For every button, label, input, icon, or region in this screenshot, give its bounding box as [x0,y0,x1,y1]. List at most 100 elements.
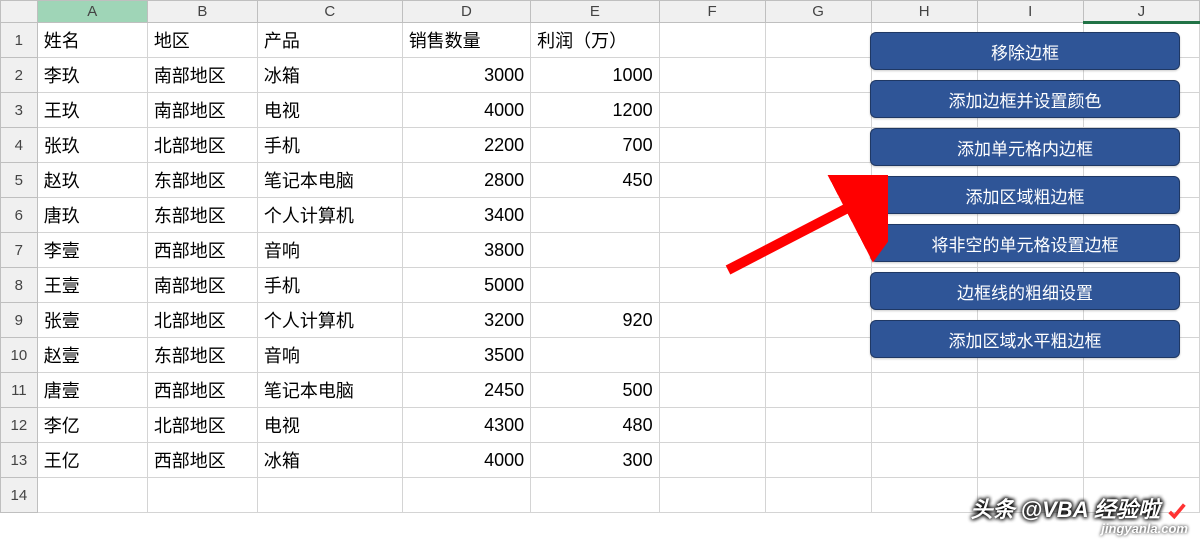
cell-G3[interactable] [765,93,871,128]
cell-H13[interactable] [871,443,977,478]
row-header-1[interactable]: 1 [1,23,38,58]
macro-button-7[interactable]: 添加区域水平粗边框 [870,320,1180,358]
cell-A4[interactable]: 张玖 [37,128,147,163]
cell-G14[interactable] [765,478,871,513]
column-header-G[interactable]: G [765,1,871,23]
cell-B5[interactable]: 东部地区 [147,163,257,198]
cell-B11[interactable]: 西部地区 [147,373,257,408]
cell-F7[interactable] [659,233,765,268]
cell-C10[interactable]: 音响 [257,338,402,373]
column-header-B[interactable]: B [147,1,257,23]
cell-C4[interactable]: 手机 [257,128,402,163]
select-all-corner[interactable] [1,1,38,23]
cell-E3[interactable]: 1200 [531,93,659,128]
cell-H12[interactable] [871,408,977,443]
cell-A11[interactable]: 唐壹 [37,373,147,408]
cell-F13[interactable] [659,443,765,478]
cell-D10[interactable]: 3500 [402,338,530,373]
column-header-C[interactable]: C [257,1,402,23]
cell-A8[interactable]: 王壹 [37,268,147,303]
cell-F9[interactable] [659,303,765,338]
cell-A3[interactable]: 王玖 [37,93,147,128]
row-header-12[interactable]: 12 [1,408,38,443]
cell-I13[interactable] [977,443,1083,478]
cell-C6[interactable]: 个人计算机 [257,198,402,233]
row-header-7[interactable]: 7 [1,233,38,268]
cell-A7[interactable]: 李壹 [37,233,147,268]
cell-B1[interactable]: 地区 [147,23,257,58]
cell-G12[interactable] [765,408,871,443]
cell-F11[interactable] [659,373,765,408]
cell-G7[interactable] [765,233,871,268]
cell-B4[interactable]: 北部地区 [147,128,257,163]
cell-C8[interactable]: 手机 [257,268,402,303]
cell-G9[interactable] [765,303,871,338]
cell-B13[interactable]: 西部地区 [147,443,257,478]
macro-button-5[interactable]: 将非空的单元格设置边框 [870,224,1180,262]
cell-J11[interactable] [1083,373,1199,408]
column-header-D[interactable]: D [402,1,530,23]
cell-G1[interactable] [765,23,871,58]
cell-C7[interactable]: 音响 [257,233,402,268]
row-header-8[interactable]: 8 [1,268,38,303]
cell-B12[interactable]: 北部地区 [147,408,257,443]
cell-E11[interactable]: 500 [531,373,659,408]
cell-D11[interactable]: 2450 [402,373,530,408]
cell-D14[interactable] [402,478,530,513]
column-header-F[interactable]: F [659,1,765,23]
cell-B9[interactable]: 北部地区 [147,303,257,338]
cell-A14[interactable] [37,478,147,513]
column-header-A[interactable]: A [37,1,147,23]
cell-F8[interactable] [659,268,765,303]
cell-E10[interactable] [531,338,659,373]
cell-F2[interactable] [659,58,765,93]
cell-E7[interactable] [531,233,659,268]
cell-E2[interactable]: 1000 [531,58,659,93]
cell-C13[interactable]: 冰箱 [257,443,402,478]
cell-A1[interactable]: 姓名 [37,23,147,58]
row-header-13[interactable]: 13 [1,443,38,478]
cell-G5[interactable] [765,163,871,198]
cell-C1[interactable]: 产品 [257,23,402,58]
cell-B14[interactable] [147,478,257,513]
cell-B7[interactable]: 西部地区 [147,233,257,268]
cell-E6[interactable] [531,198,659,233]
cell-C3[interactable]: 电视 [257,93,402,128]
column-header-J[interactable]: J [1083,1,1199,23]
cell-J13[interactable] [1083,443,1199,478]
cell-C5[interactable]: 笔记本电脑 [257,163,402,198]
cell-E1[interactable]: 利润（万） [531,23,659,58]
row-header-4[interactable]: 4 [1,128,38,163]
cell-H11[interactable] [871,373,977,408]
cell-F1[interactable] [659,23,765,58]
cell-B6[interactable]: 东部地区 [147,198,257,233]
macro-button-4[interactable]: 添加区域粗边框 [870,176,1180,214]
cell-D8[interactable]: 5000 [402,268,530,303]
cell-G13[interactable] [765,443,871,478]
cell-E12[interactable]: 480 [531,408,659,443]
cell-B8[interactable]: 南部地区 [147,268,257,303]
cell-I12[interactable] [977,408,1083,443]
cell-A13[interactable]: 王亿 [37,443,147,478]
cell-G8[interactable] [765,268,871,303]
cell-E8[interactable] [531,268,659,303]
cell-C9[interactable]: 个人计算机 [257,303,402,338]
cell-E5[interactable]: 450 [531,163,659,198]
cell-B2[interactable]: 南部地区 [147,58,257,93]
cell-A5[interactable]: 赵玖 [37,163,147,198]
column-header-I[interactable]: I [977,1,1083,23]
cell-D13[interactable]: 4000 [402,443,530,478]
cell-G10[interactable] [765,338,871,373]
cell-A9[interactable]: 张壹 [37,303,147,338]
cell-G11[interactable] [765,373,871,408]
row-header-10[interactable]: 10 [1,338,38,373]
row-header-14[interactable]: 14 [1,478,38,513]
cell-H14[interactable] [871,478,977,513]
column-header-E[interactable]: E [531,1,659,23]
cell-C2[interactable]: 冰箱 [257,58,402,93]
row-header-9[interactable]: 9 [1,303,38,338]
cell-F12[interactable] [659,408,765,443]
cell-A2[interactable]: 李玖 [37,58,147,93]
cell-B10[interactable]: 东部地区 [147,338,257,373]
row-header-6[interactable]: 6 [1,198,38,233]
